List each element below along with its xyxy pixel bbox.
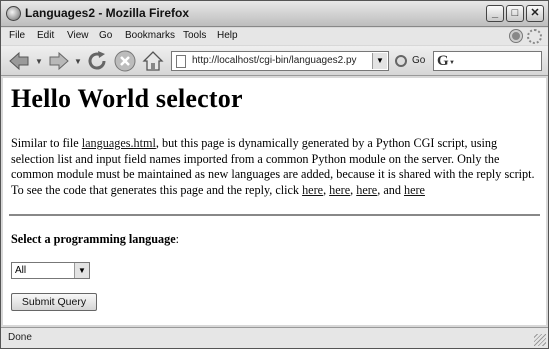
intro-paragraph: Similar to file languages.html, but this… — [11, 136, 535, 197]
reload-icon[interactable] — [85, 49, 109, 73]
chevron-down-icon[interactable]: ▼ — [74, 263, 89, 278]
menu-tools[interactable]: Tools — [183, 30, 206, 41]
page-icon — [176, 55, 186, 68]
navigation-toolbar: ▼ ▼ http://localhost/cgi-bin/languages2.… — [1, 46, 548, 76]
menu-edit[interactable]: Edit — [37, 30, 54, 41]
throbber-icon — [527, 29, 542, 44]
forward-arrow-icon[interactable] — [47, 49, 71, 73]
resize-grip-icon[interactable] — [534, 334, 546, 346]
browser-window: Languages2 - Mozilla Firefox _ □ ✕ File … — [0, 0, 549, 349]
status-bar: Done — [1, 327, 548, 348]
menu-view[interactable]: View — [67, 30, 89, 41]
search-engine-icon[interactable]: G — [437, 53, 449, 70]
page-heading: Hello World selector — [11, 84, 243, 113]
back-arrow-icon[interactable] — [7, 49, 31, 73]
menu-file[interactable]: File — [9, 30, 25, 41]
search-box[interactable]: G ▼ — [433, 51, 542, 71]
page-content: Hello World selector Similar to file lan… — [3, 78, 546, 325]
forward-history-dropdown[interactable]: ▼ — [74, 57, 82, 66]
firefox-icon — [6, 6, 21, 21]
go-icon[interactable] — [395, 55, 407, 67]
menu-bar: File Edit View Go Bookmarks Tools Help — [1, 28, 548, 45]
gear-icon[interactable] — [509, 29, 523, 43]
window-title: Languages2 - Mozilla Firefox — [25, 6, 190, 20]
select-label: Select a programming language: — [11, 232, 180, 246]
link-languages-html[interactable]: languages.html — [82, 136, 156, 150]
url-text[interactable]: http://localhost/cgi-bin/languages2.py — [192, 55, 357, 66]
go-button[interactable]: Go — [412, 55, 425, 66]
submit-query-button[interactable]: Submit Query — [11, 293, 97, 311]
maximize-button[interactable]: □ — [506, 5, 524, 22]
back-history-dropdown[interactable]: ▼ — [35, 57, 43, 66]
url-bar[interactable]: http://localhost/cgi-bin/languages2.py ▼ — [171, 51, 389, 71]
menu-go[interactable]: Go — [99, 30, 112, 41]
stop-icon[interactable] — [113, 49, 137, 73]
title-bar: Languages2 - Mozilla Firefox _ □ ✕ — [1, 1, 548, 27]
home-icon[interactable] — [141, 49, 165, 73]
divider — [9, 214, 540, 216]
status-text: Done — [8, 332, 32, 343]
link-here-1[interactable]: here — [302, 183, 323, 197]
menu-help[interactable]: Help — [217, 30, 238, 41]
language-select-value: All — [15, 265, 27, 276]
menu-bookmarks[interactable]: Bookmarks — [125, 30, 175, 41]
minimize-button[interactable]: _ — [486, 5, 504, 22]
search-engine-dropdown-icon[interactable]: ▼ — [449, 60, 455, 66]
link-here-2[interactable]: here — [329, 183, 350, 197]
url-history-dropdown[interactable]: ▼ — [372, 53, 387, 69]
language-select[interactable]: All ▼ — [11, 262, 90, 279]
link-here-4[interactable]: here — [404, 183, 425, 197]
link-here-3[interactable]: here — [356, 183, 377, 197]
close-button[interactable]: ✕ — [526, 5, 544, 22]
